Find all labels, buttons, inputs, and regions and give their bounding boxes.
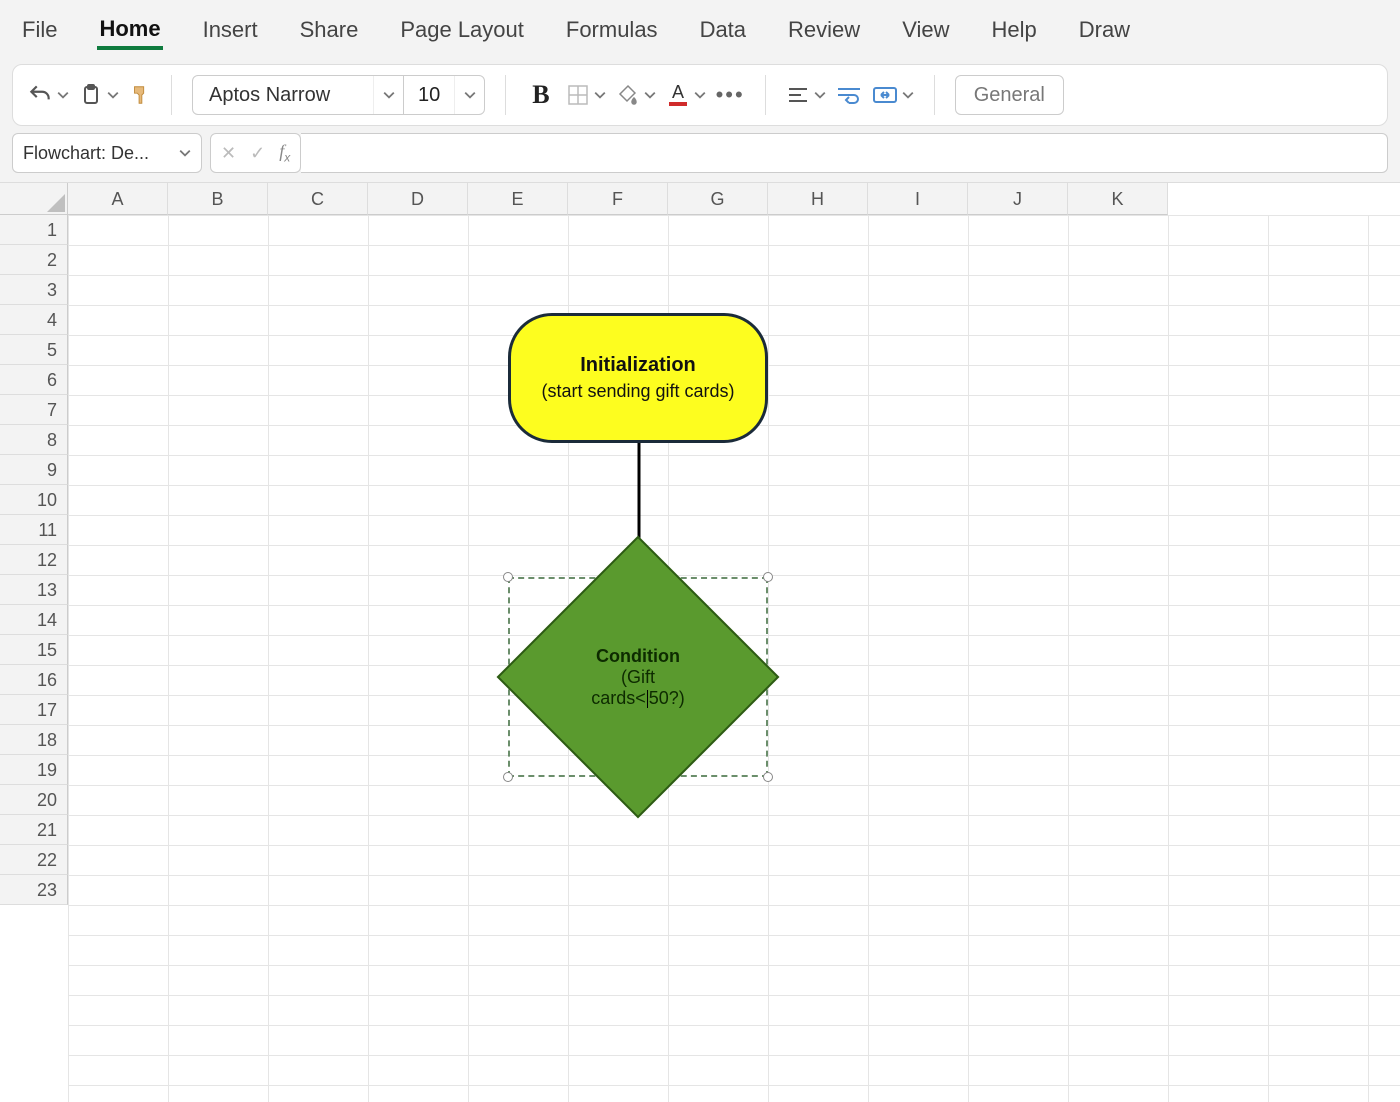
column-header-I[interactable]: I <box>868 183 968 215</box>
number-format-select[interactable]: General <box>955 75 1064 115</box>
align-button[interactable] <box>786 84 826 106</box>
fx-icon[interactable]: fx <box>279 141 290 165</box>
ribbon: Aptos Narrow 10 B A ••• <box>12 64 1388 126</box>
more-options-button[interactable]: ••• <box>716 82 745 108</box>
menu-formulas[interactable]: Formulas <box>564 11 660 49</box>
select-all-corner[interactable] <box>0 183 68 215</box>
menu-home[interactable]: Home <box>97 10 162 50</box>
row-header-15[interactable]: 15 <box>0 635 68 665</box>
ribbon-divider <box>171 75 172 115</box>
font-size-value[interactable]: 10 <box>403 76 454 114</box>
column-header-D[interactable]: D <box>368 183 468 215</box>
row-header-21[interactable]: 21 <box>0 815 68 845</box>
row-header-7[interactable]: 7 <box>0 395 68 425</box>
cancel-formula-button[interactable]: ✕ <box>221 143 236 164</box>
row-header-14[interactable]: 14 <box>0 605 68 635</box>
font-color-button[interactable]: A <box>666 82 706 108</box>
row-header-10[interactable]: 10 <box>0 485 68 515</box>
row-header-9[interactable]: 9 <box>0 455 68 485</box>
terminator-subtitle: (start sending gift cards) <box>541 381 734 402</box>
clipboard-button[interactable] <box>79 82 119 108</box>
row-header-13[interactable]: 13 <box>0 575 68 605</box>
column-header-A[interactable]: A <box>68 183 168 215</box>
row-header-18[interactable]: 18 <box>0 725 68 755</box>
row-header-2[interactable]: 2 <box>0 245 68 275</box>
row-header-23[interactable]: 23 <box>0 875 68 905</box>
decision-line2a: (Gift <box>621 667 655 688</box>
name-box[interactable]: Flowchart: De... <box>12 133 202 173</box>
borders-button[interactable] <box>566 83 606 107</box>
row-header-8[interactable]: 8 <box>0 425 68 455</box>
ribbon-divider <box>934 75 935 115</box>
bold-button[interactable]: B <box>526 80 555 110</box>
fill-color-button[interactable] <box>616 83 656 107</box>
accept-formula-button[interactable]: ✓ <box>250 143 265 164</box>
column-header-E[interactable]: E <box>468 183 568 215</box>
row-header-20[interactable]: 20 <box>0 785 68 815</box>
row-header-6[interactable]: 6 <box>0 365 68 395</box>
column-header-B[interactable]: B <box>168 183 268 215</box>
menu-insert[interactable]: Insert <box>201 11 260 49</box>
wrap-text-button[interactable] <box>836 84 862 106</box>
text-cursor <box>647 690 648 708</box>
menu-bar: File Home Insert Share Page Layout Formu… <box>0 0 1400 60</box>
menu-data[interactable]: Data <box>698 11 748 49</box>
terminator-title: Initialization <box>580 354 696 377</box>
column-header-F[interactable]: F <box>568 183 668 215</box>
decision-line2b: cards<50?) <box>591 688 685 709</box>
row-header-16[interactable]: 16 <box>0 665 68 695</box>
menu-file[interactable]: File <box>20 11 59 49</box>
merge-button[interactable] <box>872 84 914 106</box>
formula-bar-row: Flowchart: De... ✕ ✓ fx <box>12 130 1388 176</box>
formula-bar[interactable] <box>301 133 1388 173</box>
row-header-19[interactable]: 19 <box>0 755 68 785</box>
spreadsheet-grid: ABCDEFGHIJK 1234567891011121314151617181… <box>0 182 1400 1102</box>
column-header-G[interactable]: G <box>668 183 768 215</box>
decision-text[interactable]: Condition (Gift cards<50?) <box>508 577 768 777</box>
column-header-H[interactable]: H <box>768 183 868 215</box>
row-header-4[interactable]: 4 <box>0 305 68 335</box>
column-header-C[interactable]: C <box>268 183 368 215</box>
column-header-J[interactable]: J <box>968 183 1068 215</box>
format-painter-button[interactable] <box>129 82 151 108</box>
menu-share[interactable]: Share <box>298 11 361 49</box>
number-format-value: General <box>974 84 1045 107</box>
column-headers: ABCDEFGHIJK <box>68 183 1400 215</box>
chevron-down-icon <box>454 76 484 114</box>
row-header-3[interactable]: 3 <box>0 275 68 305</box>
svg-text:A: A <box>672 82 684 102</box>
decision-title: Condition <box>596 646 680 667</box>
row-header-1[interactable]: 1 <box>0 215 68 245</box>
row-header-17[interactable]: 17 <box>0 695 68 725</box>
ribbon-divider <box>765 75 766 115</box>
font-name-select[interactable]: Aptos Narrow 10 <box>192 75 485 115</box>
menu-page-layout[interactable]: Page Layout <box>398 11 526 49</box>
row-header-5[interactable]: 5 <box>0 335 68 365</box>
row-headers: 1234567891011121314151617181920212223 <box>0 215 68 905</box>
undo-button[interactable] <box>27 82 69 108</box>
row-header-22[interactable]: 22 <box>0 845 68 875</box>
menu-review[interactable]: Review <box>786 11 862 49</box>
menu-draw[interactable]: Draw <box>1077 11 1132 49</box>
formula-controls: ✕ ✓ fx <box>210 133 301 173</box>
ribbon-divider <box>505 75 506 115</box>
menu-help[interactable]: Help <box>989 11 1038 49</box>
chevron-down-icon <box>179 147 191 159</box>
flowchart-terminator-shape[interactable]: Initialization (start sending gift cards… <box>508 313 768 443</box>
column-header-K[interactable]: K <box>1068 183 1168 215</box>
flowchart-decision-shape[interactable]: Condition (Gift cards<50?) <box>508 577 768 777</box>
font-name-value: Aptos Narrow <box>193 84 373 107</box>
menu-view[interactable]: View <box>900 11 951 49</box>
row-header-11[interactable]: 11 <box>0 515 68 545</box>
row-header-12[interactable]: 12 <box>0 545 68 575</box>
chevron-down-icon <box>373 76 403 114</box>
name-box-value: Flowchart: De... <box>23 143 149 164</box>
